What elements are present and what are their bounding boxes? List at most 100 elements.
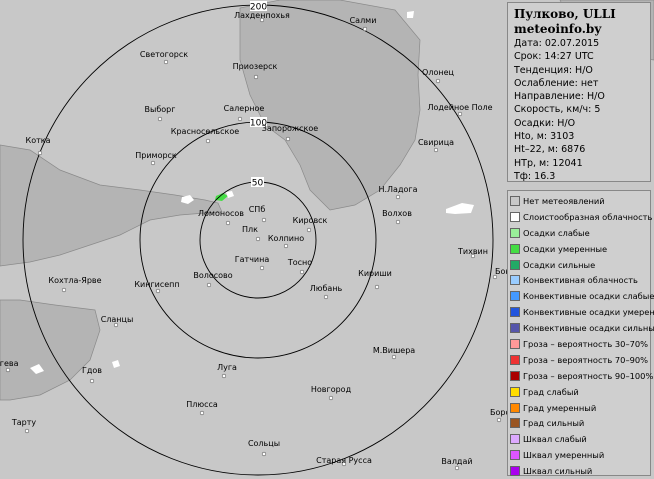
town: Светогорск xyxy=(140,50,188,65)
town: Сланцы xyxy=(101,315,134,328)
town-marker xyxy=(362,26,368,32)
info-row: Тф: 16.3 xyxy=(514,170,556,182)
legend-swatch xyxy=(510,323,520,334)
town-label: Приозерск xyxy=(233,62,278,71)
legend-label: Конвективные осадки умерен. xyxy=(523,307,654,318)
legend-swatch xyxy=(510,402,520,413)
town: Ломоносов xyxy=(198,209,244,226)
town-label: Кингисепп xyxy=(134,280,179,289)
legend-item: Осадки сильные xyxy=(510,257,650,273)
town-label: Сланцы xyxy=(101,315,134,324)
town: Любань xyxy=(310,284,343,300)
town-label: Н.Ладога xyxy=(378,185,417,194)
legend-item: Конвективные осадки умерен. xyxy=(510,304,654,320)
legend-label: Град сильный xyxy=(523,418,585,429)
legend-label: Конвективные осадки слабые xyxy=(523,291,654,302)
town-label: Кировск xyxy=(293,216,328,225)
town: Старая Русса xyxy=(316,456,372,467)
town-marker xyxy=(496,417,502,423)
legend-swatch xyxy=(510,307,520,318)
legend-item: Шквал слабый xyxy=(510,431,650,447)
town-label: Тарту xyxy=(11,418,37,427)
town: М.Вишера xyxy=(373,346,415,360)
town: Плк xyxy=(242,225,261,242)
town-label: Тихвин xyxy=(457,247,488,256)
town: Тарту xyxy=(11,418,37,434)
town: Кохтла-Ярве xyxy=(48,276,102,293)
town-label: Новгород xyxy=(311,385,352,394)
info-row: Ht–22, м: 6876 xyxy=(514,144,586,156)
town-label: Салерное xyxy=(224,104,265,113)
legend-label: Шквал слабый xyxy=(523,434,587,445)
info-row: Тенденция: Н/О xyxy=(514,64,593,76)
echo-white xyxy=(226,191,234,198)
legend-swatch xyxy=(510,195,520,206)
town: Олонец xyxy=(422,68,455,84)
legend-item: Град слабый xyxy=(510,384,650,400)
legend-label: Гроза – вероятность 30–70% xyxy=(523,338,649,349)
echo-white xyxy=(407,11,414,18)
town: Кировск xyxy=(293,216,328,233)
info-row: Срок: 14:27 UTC xyxy=(514,51,594,63)
town-label: М.Вишера xyxy=(373,346,415,355)
town-marker xyxy=(206,282,212,288)
town-label: Сольцы xyxy=(248,439,280,448)
town: Валдай xyxy=(441,457,473,471)
legend-item: Шквал умеренный xyxy=(510,447,650,463)
legend-swatch xyxy=(510,466,520,477)
town: Кингисепп xyxy=(134,280,180,294)
town-marker xyxy=(259,265,265,271)
legend-swatch xyxy=(510,434,520,445)
town-marker xyxy=(328,395,334,401)
legend-item: Гроза – вероятность 90–100% xyxy=(510,368,654,384)
legend-swatch xyxy=(510,291,520,302)
town: Волосово xyxy=(193,271,233,288)
ring-label-50: 50 xyxy=(252,179,264,189)
town-label: Салми xyxy=(350,16,377,25)
town-marker xyxy=(299,269,305,275)
town: Кириши xyxy=(358,269,392,290)
town-label: Волхов xyxy=(382,209,412,218)
town-label: Запорожское xyxy=(262,124,318,133)
town: Свирица xyxy=(418,138,454,153)
town-marker xyxy=(283,243,289,249)
town-label: Красносельское xyxy=(171,127,239,136)
town-label: Тосно xyxy=(287,258,312,267)
town-marker xyxy=(261,217,267,223)
town-marker xyxy=(199,410,205,416)
legend-label: Конвективная облачность xyxy=(523,275,638,286)
echo-green xyxy=(215,193,228,201)
town: Гдов xyxy=(82,366,102,384)
town: Гатчина xyxy=(235,255,269,271)
legend-item: Конвективная облачность xyxy=(510,272,650,288)
legend-label: Осадки сильные xyxy=(523,259,596,270)
legend-swatch xyxy=(510,418,520,429)
legend-label: Гроза – вероятность 90–100% xyxy=(523,370,654,381)
town: Луга xyxy=(217,363,237,379)
legend-item: Гроза – вероятность 70–90% xyxy=(510,352,650,368)
legend-swatch xyxy=(510,370,520,381)
legend-swatch xyxy=(510,259,520,270)
town-marker xyxy=(157,116,163,122)
legend-item: Конвективные осадки сильные xyxy=(510,320,654,336)
town-marker xyxy=(323,294,329,300)
town: Н.Ладога xyxy=(378,185,418,200)
legend-item: Конвективные осадки слабые xyxy=(510,288,654,304)
town: Приморск xyxy=(135,151,177,166)
town-marker xyxy=(205,138,211,144)
legend-swatch xyxy=(510,227,520,238)
town-marker xyxy=(155,288,161,294)
town: СПб xyxy=(249,205,267,223)
gulf-of-finland xyxy=(0,144,223,267)
legend-label: Шквал сильный xyxy=(523,466,593,477)
legend-item: Нет метеоявлений xyxy=(510,193,650,209)
town-marker xyxy=(37,150,43,156)
legend-item: Осадки слабые xyxy=(510,225,650,241)
town-marker xyxy=(89,378,95,384)
town-marker xyxy=(163,59,169,65)
info-row: HTp, м: 12041 xyxy=(514,157,583,169)
town-marker xyxy=(261,451,267,457)
town-label: Любань xyxy=(310,284,343,293)
town-marker xyxy=(395,194,401,200)
town-label: Лахденпохья xyxy=(234,11,290,20)
